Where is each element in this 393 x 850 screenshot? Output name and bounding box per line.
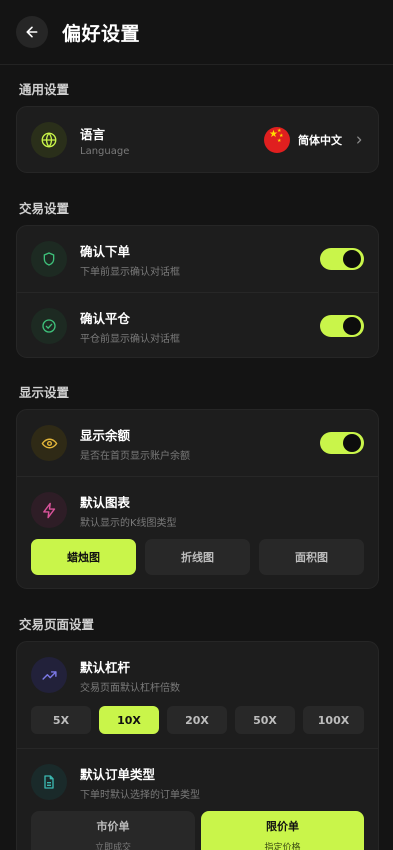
- confirm-order-toggle[interactable]: [320, 248, 364, 270]
- shield-icon: [31, 241, 67, 277]
- confirm-close-toggle[interactable]: [320, 315, 364, 337]
- globe-icon: [31, 122, 67, 158]
- activity-icon: [31, 492, 67, 528]
- leverage-option-20x[interactable]: 20X: [167, 706, 227, 734]
- flag-star-icon: ★: [277, 138, 282, 144]
- file-text-icon: [31, 764, 67, 800]
- chart-option-area[interactable]: 面积图: [259, 539, 364, 575]
- arrow-left-icon: [26, 26, 38, 38]
- confirm-close-subtitle: 平仓前显示确认对话框: [80, 333, 180, 345]
- chart-option-candlestick[interactable]: 蜡烛图: [31, 539, 136, 575]
- show-balance-row: 显示余额 是否在首页显示账户余额: [17, 410, 378, 476]
- toggle-knob: [343, 317, 361, 335]
- leverage-option-50x[interactable]: 50X: [235, 706, 295, 734]
- confirm-close-row: 确认平仓 平仓前显示确认对话框: [17, 293, 378, 357]
- language-subtitle: Language: [80, 145, 130, 157]
- trading-card: 确认下单 下单前显示确认对话框 确认平仓 平仓前显示确认对话框: [16, 225, 379, 358]
- section-title-general: 通用设置: [19, 82, 70, 97]
- back-button[interactable]: [16, 16, 48, 48]
- confirm-close-title: 确认平仓: [80, 310, 131, 326]
- page-title: 偏好设置: [62, 22, 141, 45]
- language-row[interactable]: 语言 Language ★ ★ ★ ★ 简体中文: [17, 107, 378, 172]
- toggle-knob: [343, 434, 361, 452]
- general-card: 语言 Language ★ ★ ★ ★ 简体中文: [16, 106, 379, 173]
- confirm-order-row: 确认下单 下单前显示确认对话框: [17, 226, 378, 292]
- chevron-right-icon: [357, 136, 362, 144]
- section-title-trading: 交易设置: [19, 201, 70, 216]
- order-type-limit-label: 限价单: [266, 819, 299, 833]
- order-type-market-desc: 立即成交: [94, 842, 131, 850]
- default-chart-row: 默认图表 默认显示的K线图类型: [17, 477, 378, 543]
- section-title-trade-page: 交易页面设置: [19, 617, 95, 632]
- section-title-display: 显示设置: [19, 385, 70, 400]
- order-type-limit-desc: 指定价格: [264, 842, 301, 850]
- default-leverage-subtitle: 交易页面默认杠杆倍数: [80, 682, 180, 694]
- toggle-knob: [343, 250, 361, 268]
- language-value: 简体中文: [298, 134, 342, 147]
- check-circle-icon: [31, 308, 67, 344]
- leverage-option-10x[interactable]: 10X: [99, 706, 159, 734]
- header-divider: [0, 64, 393, 65]
- default-leverage-title: 默认杠杆: [80, 659, 131, 675]
- default-leverage-row: 默认杠杆 交易页面默认杠杆倍数: [17, 642, 378, 708]
- order-type-market[interactable]: 市价单 立即成交: [31, 811, 195, 850]
- leverage-option-5x[interactable]: 5X: [31, 706, 91, 734]
- trending-up-icon: [31, 657, 67, 693]
- order-type-limit[interactable]: 限价单 指定价格: [201, 811, 364, 850]
- china-flag-icon: ★ ★ ★ ★: [264, 127, 290, 153]
- default-chart-subtitle: 默认显示的K线图类型: [80, 517, 177, 529]
- leverage-option-100x[interactable]: 100X: [303, 706, 364, 734]
- show-balance-toggle[interactable]: [320, 432, 364, 454]
- default-chart-title: 默认图表: [80, 494, 131, 510]
- app-header: 偏好设置: [0, 0, 393, 64]
- show-balance-title: 显示余额: [80, 427, 131, 443]
- default-order-type-title: 默认订单类型: [80, 766, 156, 782]
- display-card: 显示余额 是否在首页显示账户余额 默认图表 默认显示的K线图类型 蜡烛图 折线图…: [16, 409, 379, 589]
- show-balance-subtitle: 是否在首页显示账户余额: [80, 450, 190, 462]
- language-title: 语言: [80, 126, 106, 142]
- order-type-market-label: 市价单: [96, 819, 130, 833]
- eye-icon: [31, 425, 67, 461]
- confirm-order-title: 确认下单: [80, 243, 131, 259]
- chart-option-line[interactable]: 折线图: [145, 539, 250, 575]
- trade-page-card: 默认杠杆 交易页面默认杠杆倍数 5X 10X 20X 50X 100X 默认订单…: [16, 641, 379, 850]
- confirm-order-subtitle: 下单前显示确认对话框: [80, 266, 180, 278]
- default-order-type-row: 默认订单类型 下单时默认选择的订单类型: [17, 749, 378, 815]
- default-order-type-subtitle: 下单时默认选择的订单类型: [80, 789, 200, 801]
